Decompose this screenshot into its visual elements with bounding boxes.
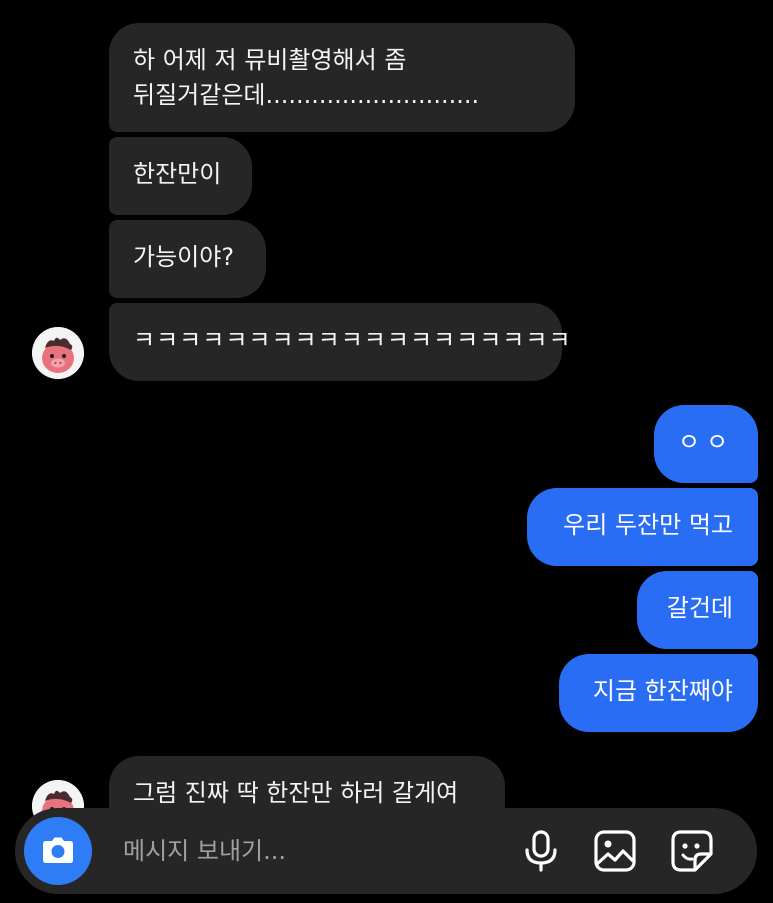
avatar[interactable] xyxy=(32,327,84,379)
microphone-icon xyxy=(525,830,557,872)
incoming-message[interactable]: ㅋㅋㅋㅋㅋㅋㅋㅋㅋㅋㅋㅋㅋㅋㅋㅋㅋㅋㅋ xyxy=(109,303,571,381)
message-input[interactable] xyxy=(123,833,503,869)
sticker-icon xyxy=(671,830,713,872)
incoming-message[interactable]: 한잔만이 xyxy=(109,137,252,215)
gallery-icon xyxy=(594,830,636,872)
message-composer xyxy=(15,808,757,894)
outgoing-message[interactable]: 갈건데 xyxy=(637,571,758,649)
outgoing-message[interactable]: 지금 한잔째야 xyxy=(559,654,758,732)
outgoing-message[interactable]: ㅇㅇ xyxy=(654,405,758,483)
outgoing-message[interactable]: 우리 두잔만 먹고 xyxy=(527,488,758,566)
microphone-button[interactable] xyxy=(518,828,564,874)
incoming-message[interactable]: 가능이야? xyxy=(109,220,266,298)
camera-button[interactable] xyxy=(24,817,92,885)
sticker-button[interactable] xyxy=(669,828,715,874)
gallery-button[interactable] xyxy=(592,828,638,874)
camera-icon xyxy=(43,837,73,863)
incoming-message[interactable]: 하 어제 저 뮤비촬영해서 좀 뒤질거같은데..................… xyxy=(109,23,575,132)
